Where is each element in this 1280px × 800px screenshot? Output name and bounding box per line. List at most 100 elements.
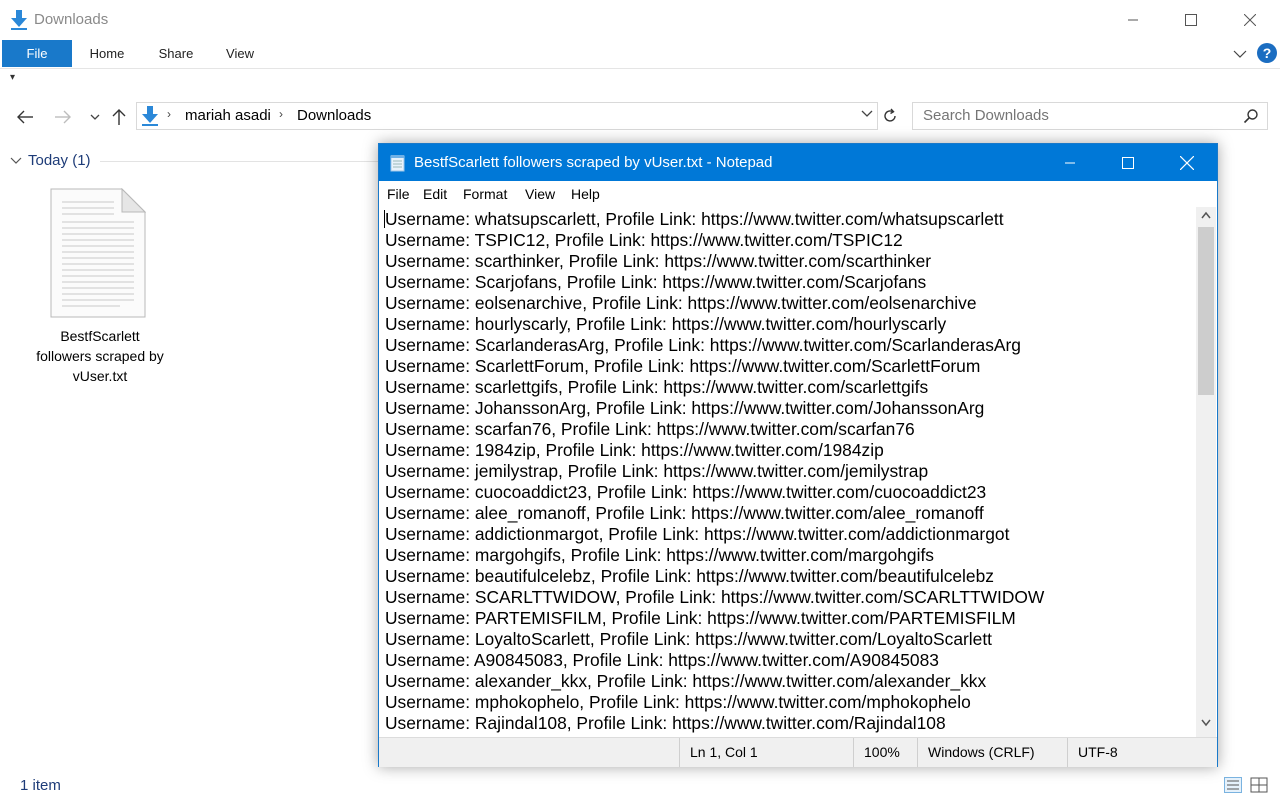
text-line[interactable]: Username: 1984zip, Profile Link: https:/…	[385, 440, 884, 461]
menu-view[interactable]: View	[525, 186, 555, 202]
text-line[interactable]: Username: A90845083, Profile Link: https…	[385, 650, 939, 671]
text-line[interactable]: Username: ScarlanderasArg, Profile Link:…	[385, 335, 1021, 356]
tab-share[interactable]: Share	[148, 40, 204, 67]
address-bar[interactable]: › mariah asadi › Downloads	[136, 102, 878, 130]
text-line[interactable]: Username: Scarjofans, Profile Link: http…	[385, 272, 926, 293]
maximize-icon	[1122, 156, 1134, 169]
menu-format[interactable]: Format	[463, 186, 507, 202]
line-ending: Windows (CRLF)	[917, 738, 1067, 767]
recent-locations-button[interactable]	[84, 106, 106, 128]
expand-ribbon-chevron-icon[interactable]	[1232, 46, 1248, 62]
tab-view[interactable]: View	[216, 40, 264, 67]
maximize-icon	[1185, 14, 1197, 26]
chevron-down-icon	[90, 114, 100, 120]
notepad-title-bar[interactable]: BestfScarlett followers scraped by vUser…	[379, 144, 1217, 181]
search-icon[interactable]	[1243, 108, 1259, 124]
breadcrumb-user[interactable]: mariah asadi	[185, 107, 271, 124]
file-name-line: vUser.txt	[72, 368, 128, 384]
close-icon	[1180, 155, 1194, 170]
forward-button[interactable]	[52, 106, 74, 128]
notepad-maximize-button[interactable]	[1099, 144, 1157, 181]
text-line[interactable]: Username: scarthinker, Profile Link: htt…	[385, 251, 931, 272]
file-name-line: followers scraped by	[36, 348, 164, 364]
collapse-chevron-icon	[10, 157, 22, 164]
close-button[interactable]	[1227, 0, 1273, 40]
text-line[interactable]: Username: jemilystrap, Profile Link: htt…	[385, 461, 928, 482]
notepad-status-bar: Ln 1, Col 1 100% Windows (CRLF) UTF-8	[379, 737, 1217, 767]
text-line[interactable]: Username: cuocoaddict23, Profile Link: h…	[385, 482, 986, 503]
search-input[interactable]	[921, 106, 1225, 125]
close-icon	[1244, 14, 1256, 26]
up-button[interactable]	[108, 106, 130, 128]
notepad-title: BestfScarlett followers scraped by vUser…	[414, 154, 773, 171]
text-line[interactable]: Username: scarlettgifs, Profile Link: ht…	[385, 377, 928, 398]
arrow-left-icon	[17, 110, 33, 124]
text-line[interactable]: Username: alexander_kkx, Profile Link: h…	[385, 671, 986, 692]
quick-access-toolbar-dropdown-icon[interactable]: ▾	[10, 72, 15, 83]
text-line[interactable]: Username: alee_romanoff, Profile Link: h…	[385, 503, 984, 524]
group-divider	[100, 161, 390, 162]
refresh-icon	[884, 108, 896, 122]
encoding: UTF-8	[1067, 738, 1197, 767]
scroll-up-arrow-icon[interactable]	[1201, 211, 1211, 219]
notepad-menu-bar: File Edit Format View Help	[379, 181, 1217, 207]
text-line[interactable]: Username: eolsenarchive, Profile Link: h…	[385, 293, 977, 314]
breadcrumb-downloads[interactable]: Downloads	[297, 107, 371, 124]
item-count: 1 item	[20, 777, 61, 794]
text-line[interactable]: Username: addictionmargot, Profile Link:…	[385, 524, 1009, 545]
minimize-button[interactable]	[1110, 0, 1156, 40]
file-item-txt[interactable]: BestfScarlett followers scraped by vUser…	[26, 186, 174, 386]
notepad-window: BestfScarlett followers scraped by vUser…	[378, 143, 1218, 767]
zoom-level: 100%	[853, 738, 917, 767]
window-title: Downloads	[34, 11, 109, 28]
text-line[interactable]: Username: TSPIC12, Profile Link: https:/…	[385, 230, 903, 251]
group-header-label: Today (1)	[28, 152, 91, 169]
maximize-button[interactable]	[1168, 0, 1214, 40]
search-box[interactable]	[912, 102, 1268, 130]
arrow-up-icon	[112, 109, 126, 125]
group-header-today[interactable]: Today (1)	[10, 152, 91, 169]
address-dropdown-chevron-icon[interactable]	[861, 109, 873, 119]
large-icons-view-icon[interactable]	[1250, 777, 1268, 793]
text-line[interactable]: Username: whatsupscarlett, Profile Link:…	[385, 209, 1004, 230]
menu-help[interactable]: Help	[571, 186, 600, 202]
explorer-status-bar: 1 item	[0, 772, 1280, 800]
downloads-location-icon	[142, 106, 158, 126]
details-view-icon[interactable]	[1224, 777, 1242, 793]
back-button[interactable]	[14, 106, 36, 128]
vertical-scrollbar[interactable]	[1196, 207, 1216, 737]
file-name-label: BestfScarlett followers scraped by vUser…	[26, 326, 174, 386]
notepad-text-area[interactable]: Username: whatsupscarlett, Profile Link:…	[379, 207, 1196, 737]
text-line[interactable]: Username: LoyaltoScarlett, Profile Link:…	[385, 629, 992, 650]
menu-file[interactable]: File	[387, 186, 410, 202]
notepad-close-button[interactable]	[1158, 144, 1216, 181]
refresh-button[interactable]	[878, 102, 902, 130]
notepad-icon	[390, 155, 405, 172]
scrollbar-thumb[interactable]	[1198, 227, 1214, 395]
file-name-line: BestfScarlett	[60, 328, 140, 344]
menu-edit[interactable]: Edit	[423, 186, 447, 202]
arrow-right-icon	[55, 110, 71, 124]
text-line[interactable]: Username: beautifulcelebz, Profile Link:…	[385, 566, 994, 587]
scroll-down-arrow-icon[interactable]	[1201, 719, 1211, 727]
text-line[interactable]: Username: margohgifs, Profile Link: http…	[385, 545, 934, 566]
help-icon[interactable]: ?	[1257, 43, 1277, 63]
tab-file[interactable]: File	[2, 40, 72, 67]
text-document-icon	[50, 188, 146, 318]
text-line[interactable]: Username: scarfan76, Profile Link: https…	[385, 419, 915, 440]
breadcrumb-separator-icon[interactable]: ›	[167, 107, 171, 121]
explorer-title-bar[interactable]: Downloads	[0, 0, 1280, 40]
text-line[interactable]: Username: ScarlettForum, Profile Link: h…	[385, 356, 980, 377]
cursor-position: Ln 1, Col 1	[679, 738, 853, 767]
notepad-minimize-button[interactable]	[1041, 144, 1099, 181]
breadcrumb-separator-icon[interactable]: ›	[279, 107, 283, 121]
minimize-icon	[1065, 162, 1075, 163]
text-line[interactable]: Username: Rajindal108, Profile Link: htt…	[385, 713, 946, 734]
text-line[interactable]: Username: hourlyscarly, Profile Link: ht…	[385, 314, 946, 335]
text-line[interactable]: Username: PARTEMISFILM, Profile Link: ht…	[385, 608, 1016, 629]
text-line[interactable]: Username: mphokophelo, Profile Link: htt…	[385, 692, 971, 713]
minimize-icon	[1128, 19, 1138, 21]
tab-home[interactable]: Home	[78, 40, 136, 67]
text-line[interactable]: Username: JohanssonArg, Profile Link: ht…	[385, 398, 984, 419]
text-line[interactable]: Username: SCARLTTWIDOW, Profile Link: ht…	[385, 587, 1044, 608]
